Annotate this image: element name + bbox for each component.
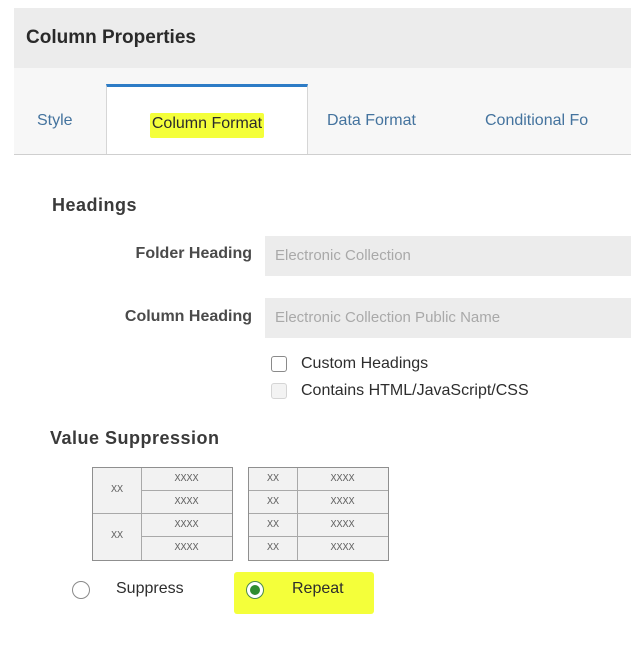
preview-cell: XXXX [330,542,355,553]
tab-column-format[interactable]: Column Format [106,84,308,154]
grid-divider [249,490,388,491]
contains-html-option: Contains HTML/JavaScript/CSS [271,382,631,404]
custom-headings-option[interactable]: Custom Headings [271,355,631,377]
preview-cell: XX [266,496,280,507]
tab-style-label: Style [37,112,73,129]
grid-divider [93,513,232,514]
column-heading-field[interactable]: Electronic Collection Public Name [265,298,631,338]
preview-cell: XXXX [174,496,199,507]
headings-section-title: Headings [52,195,138,215]
folder-heading-field[interactable]: Electronic Collection [265,236,631,276]
tab-conditional-format-label: Conditional Fo [485,112,589,129]
preview-cell: XX [110,484,124,495]
preview-cell: XXXX [174,542,199,553]
tab-strip: Style Column Format Data Format Conditio… [14,68,631,155]
grid-divider [249,536,388,537]
custom-headings-checkbox[interactable] [271,356,287,372]
tab-conditional-format[interactable]: Conditional Fo [485,112,588,134]
repeat-preview-grid: XX XX XX XX XXXX XXXX XXXX XXXX [248,467,389,561]
column-heading-label: Column Heading [124,308,252,325]
preview-cell: XXXX [330,519,355,530]
tab-style[interactable]: Style [37,112,73,134]
preview-cell: XX [110,530,124,541]
custom-headings-label: Custom Headings [301,355,429,372]
preview-cell: XX [266,473,280,484]
tab-data-format[interactable]: Data Format [327,112,416,134]
suppress-option[interactable]: Suppress [72,580,232,606]
repeat-option[interactable]: Repeat [246,580,376,606]
repeat-radio[interactable] [246,581,264,599]
preview-cell: XXXX [174,473,199,484]
contains-html-label: Contains HTML/JavaScript/CSS [301,382,529,399]
suppress-label: Suppress [116,580,184,597]
grid-divider [141,490,232,491]
grid-divider [141,536,232,537]
folder-heading-label: Folder Heading [135,245,252,262]
grid-divider [249,513,388,514]
preview-cell: XXXX [330,473,355,484]
repeat-label: Repeat [292,580,344,597]
suppress-radio[interactable] [72,581,90,599]
tab-data-format-label: Data Format [327,112,416,129]
preview-cell: XXXX [330,496,355,507]
preview-cell: XX [266,542,280,553]
dialog-title: Column Properties [26,27,196,48]
suppress-preview-grid: XX XX XXXX XXXX XXXX XXXX [92,467,233,561]
contains-html-checkbox [271,383,287,399]
preview-cell: XXXX [174,519,199,530]
tab-column-format-label: Column Format [149,113,265,138]
value-suppression-section-title: Value Suppression [50,428,220,448]
column-properties-dialog: Column Properties Style Column Format Da… [0,0,631,657]
preview-cell: XX [266,519,280,530]
dialog-title-bar: Column Properties [14,8,631,69]
